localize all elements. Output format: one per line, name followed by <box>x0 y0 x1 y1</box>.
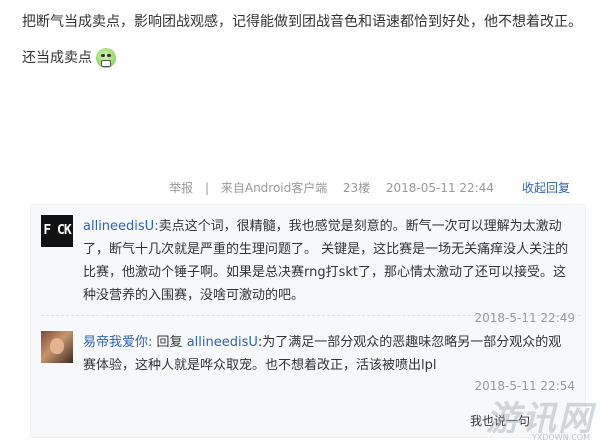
post-line-1: 把断气当成卖点，影响团战观感，记得能做到团战音色和语速都恰到好处，他不想着改正。 <box>22 14 582 30</box>
post-content: 把断气当成卖点，影响团战观感，记得能做到团战音色和语速都恰到好处，他不想着改正。… <box>22 10 592 70</box>
green-face-emoji-icon <box>96 48 116 68</box>
reply-username[interactable]: allineedisU: <box>83 219 159 234</box>
avatar[interactable]: F CK <box>41 215 73 247</box>
reply-body: 易帝我爱你: 回复 allineedisU:为了满足一部分观众的恶趣味忽略另一部… <box>83 331 573 377</box>
reply-text: :为了满足一部分观众的恶趣味忽略另一部分观众的观赛体验，这种人就是哗众取宠。也不… <box>83 335 562 373</box>
report-link[interactable]: 举报 <box>169 181 193 195</box>
watermark-domain: YXDOWN.COM <box>531 433 590 442</box>
collapse-replies-link[interactable]: 收起回复 <box>522 176 570 200</box>
reply-body: allineedisU:卖点这个词，很精髓，我也感觉是刻意的。断气一次可以理解为… <box>83 215 573 307</box>
source-text: 来自Android客户端 <box>220 181 328 195</box>
floor-number: 23楼 <box>342 181 371 195</box>
reply-item: F CK allineedisU:卖点这个词，很精髓，我也感觉是刻意的。断气一次… <box>41 215 581 325</box>
post-meta: 举报 | 来自Android客户端 23楼 2018-05-11 22:44 收… <box>0 176 600 200</box>
post-meta-info: 举报 | 来自Android客户端 23楼 2018-05-11 22:44 <box>169 176 494 200</box>
post-line-2: 还当成卖点 <box>22 50 92 66</box>
avatar[interactable] <box>41 331 73 363</box>
post-time: 2018-05-11 22:44 <box>385 181 494 195</box>
post-line-2-row: 还当成卖点 <box>22 46 592 70</box>
reply-to-username[interactable]: allineedisU <box>187 335 258 350</box>
meta-separator: | <box>204 181 210 195</box>
reply-username[interactable]: 易帝我爱你: <box>83 335 152 350</box>
reply-time: 2018-5-11 22:49 <box>474 311 576 325</box>
reply-prefix: 回复 <box>156 335 183 350</box>
